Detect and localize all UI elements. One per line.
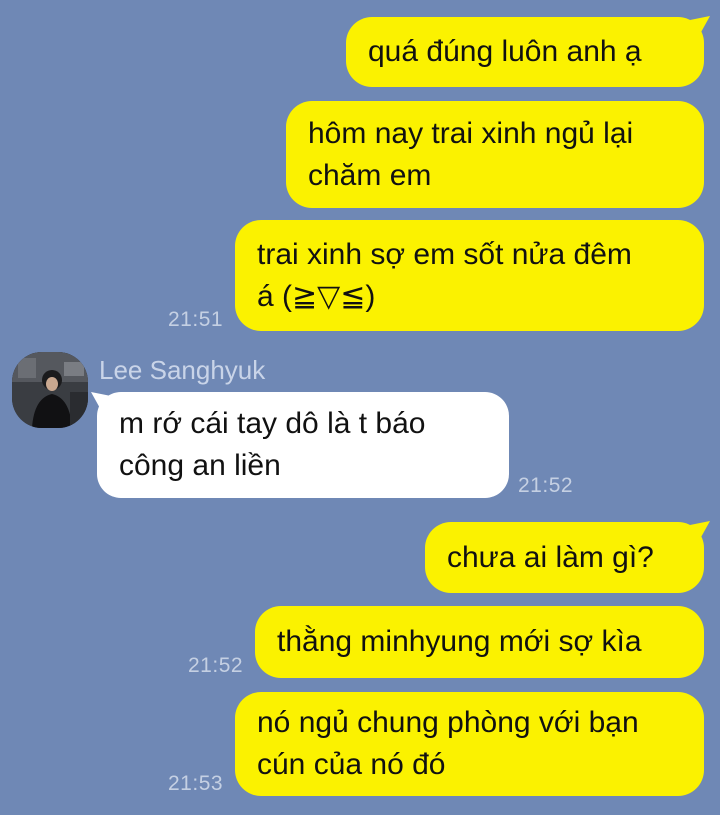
message-text-line: chăm em (308, 158, 432, 192)
message-text-line: trai xinh sợ em sốt nửa đêm (257, 237, 632, 271)
chat-view: quá đúng luôn anh ạ hôm nay trai xinh ng… (0, 0, 720, 815)
message-text-line: á (≧▽≦) (257, 279, 376, 313)
message-text-line: công an liền (119, 449, 281, 482)
message-timestamp: 21:51 (168, 308, 224, 331)
message-text-line: m rớ cái tay dô là t báo (119, 407, 426, 440)
message-bubble-outgoing[interactable]: nó ngủ chung phòng với bạn cún của nó đó (235, 692, 704, 796)
sender-name: Lee Sanghyuk (99, 355, 266, 385)
message-bubble-incoming[interactable]: m rớ cái tay dô là t báo công an liền (97, 392, 509, 498)
message-text-line: nó ngủ chung phòng với bạn (257, 706, 639, 739)
message-text-line: thằng minhyung mới sợ kìa (277, 625, 642, 658)
message-text-line: cún của nó đó (257, 748, 446, 781)
message-text-line: quá đúng luôn anh ạ (368, 35, 642, 68)
sender-avatar[interactable] (12, 352, 88, 428)
message-text-line: chưa ai làm gì? (447, 540, 654, 574)
message-timestamp: 21:52 (518, 474, 574, 497)
bubble-tail (690, 521, 710, 539)
message-bubble-outgoing[interactable]: chưa ai làm gì? (425, 522, 704, 593)
bubble-tail (690, 16, 710, 34)
bubble-tail (91, 392, 111, 410)
message-bubble-outgoing[interactable]: quá đúng luôn anh ạ (346, 17, 704, 87)
message-timestamp: 21:52 (188, 654, 244, 677)
message-bubble-outgoing[interactable]: hôm nay trai xinh ngủ lại chăm em (286, 101, 704, 208)
user-avatar-icon (12, 352, 88, 428)
message-text-line: hôm nay trai xinh ngủ lại (308, 116, 634, 150)
message-bubble-outgoing[interactable]: thằng minhyung mới sợ kìa (255, 606, 704, 678)
message-bubble-outgoing[interactable]: trai xinh sợ em sốt nửa đêm á (≧▽≦) (235, 220, 704, 331)
message-timestamp: 21:53 (168, 772, 224, 795)
